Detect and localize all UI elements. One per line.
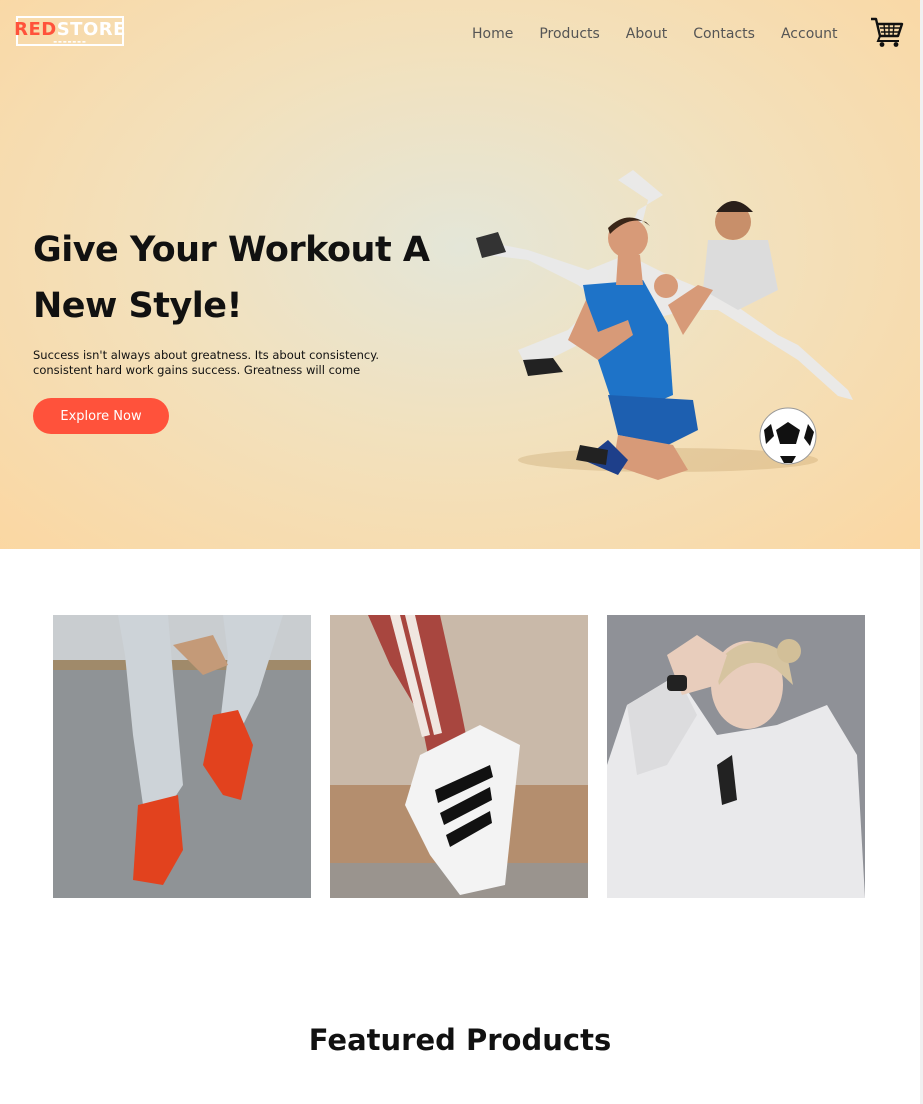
hero-description-line: consistent hard work gains success. Grea… <box>33 363 361 377</box>
hero-description-line: Success isn't always about greatness. It… <box>33 348 380 362</box>
featured-products-title: Featured Products <box>308 1023 612 1057</box>
nav-about[interactable]: About <box>626 24 667 44</box>
hero-title: Give Your Workout A New Style! <box>33 230 430 326</box>
hero-description: Success isn't always about greatness. It… <box>33 348 393 378</box>
shopping-cart-icon[interactable] <box>870 16 904 48</box>
nav-contacts[interactable]: Contacts <box>693 24 755 44</box>
main-nav: Home Products About Contacts Account <box>472 24 864 44</box>
nav-account[interactable]: Account <box>781 24 838 44</box>
logo-text-red: RED <box>14 18 57 40</box>
category-image-white-hoodie[interactable] <box>607 615 865 898</box>
logo[interactable]: REDSTORE ▬▬▬▬▬▬▬ <box>14 16 126 46</box>
logo-text-white: STORE <box>56 18 126 40</box>
category-image-white-sneaker[interactable] <box>330 615 588 898</box>
explore-now-button[interactable]: Explore Now <box>33 398 169 434</box>
nav-home[interactable]: Home <box>472 24 513 44</box>
football-players-image <box>468 160 868 490</box>
nav-products[interactable]: Products <box>539 24 599 44</box>
category-image-red-sneakers[interactable] <box>53 615 311 898</box>
logo-tagline-mark: ▬▬▬▬▬▬▬ <box>53 38 87 44</box>
